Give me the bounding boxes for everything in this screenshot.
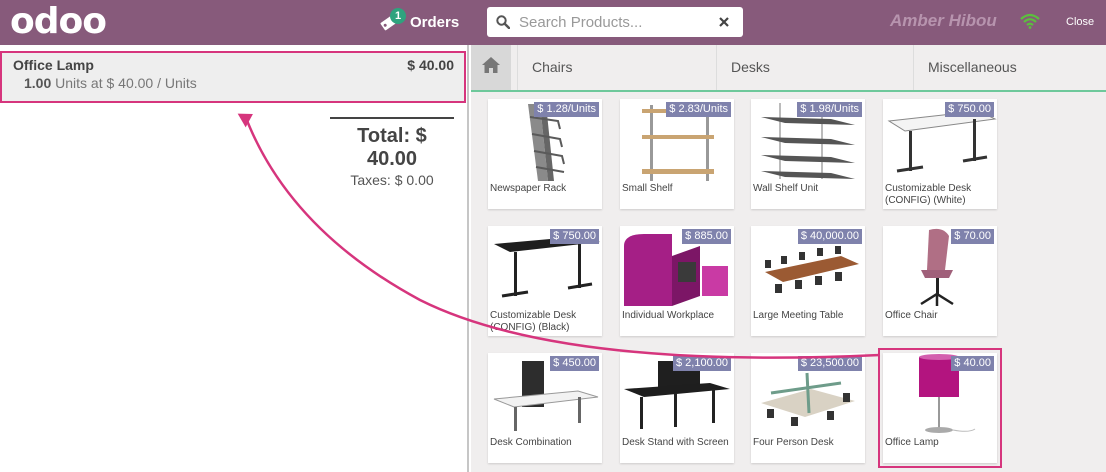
product-name: Desk Combination xyxy=(490,437,572,448)
product-card[interactable]: $ 750.00 Customizable Desk (CONFIG) (Bla… xyxy=(488,226,602,336)
order-summary: Total: $ 40.00 Taxes: $ 0.00 xyxy=(330,117,454,188)
product-card[interactable]: $ 23,500.00 Four Person Desk xyxy=(751,353,865,463)
product-name: Office Chair xyxy=(885,310,938,321)
product-card[interactable]: $ 70.00 Office Chair xyxy=(883,226,997,336)
product-price: $ 23,500.00 xyxy=(797,356,862,371)
product-price: $ 450.00 xyxy=(550,356,599,371)
product-name: Office Lamp xyxy=(885,437,939,448)
cashier-name[interactable]: Amber Hibou xyxy=(890,11,997,31)
category-bar: Chairs Desks Miscellaneous xyxy=(471,45,1106,92)
pos-screen: odoo 1 Orders Amber Hibou xyxy=(0,0,1106,472)
order-line-qty: 1.00 xyxy=(24,75,52,91)
product-card[interactable]: $ 40,000.00 Large Meeting Table xyxy=(751,226,865,336)
order-total: Total: $ 40.00 xyxy=(357,125,427,170)
product-price: $ 1.28/Units xyxy=(534,102,599,117)
search-icon xyxy=(487,7,519,37)
category-desks[interactable]: Desks xyxy=(716,45,913,90)
product-card[interactable]: $ 1.28/Units Newspaper Rack xyxy=(488,99,602,209)
product-price: $ 1.98/Units xyxy=(797,102,862,117)
product-name: Desk Stand with Screen xyxy=(622,437,729,448)
order-panel: Office Lamp $ 40.00 1.00 Units at $ 40.0… xyxy=(0,45,469,472)
search-input[interactable] xyxy=(519,13,709,31)
wifi-icon xyxy=(1020,13,1040,29)
product-card[interactable]: $ 885.00 Individual Workplace xyxy=(620,226,734,336)
product-name: Newspaper Rack xyxy=(490,183,567,194)
product-name: Customizable Desk (CONFIG) (White) xyxy=(885,183,972,206)
product-price: $ 750.00 xyxy=(550,229,599,244)
product-name: Individual Workplace xyxy=(622,310,715,321)
product-price: $ 40.00 xyxy=(951,356,994,371)
close-button[interactable]: Close xyxy=(1066,16,1094,28)
order-line[interactable]: Office Lamp $ 40.00 1.00 Units at $ 40.0… xyxy=(0,51,466,103)
category-miscellaneous[interactable]: Miscellaneous xyxy=(913,45,1106,90)
product-name: Wall Shelf Unit xyxy=(753,183,819,194)
product-card[interactable]: $ 750.00 Customizable Desk (CONFIG) (Whi… xyxy=(883,99,997,209)
odoo-logo: odoo xyxy=(10,1,107,42)
product-price: $ 885.00 xyxy=(682,229,731,244)
orders-button[interactable]: 1 Orders xyxy=(378,8,459,36)
product-card-office-lamp[interactable]: $ 40.00 Office Lamp xyxy=(878,348,1002,468)
category-chairs[interactable]: Chairs xyxy=(517,45,717,90)
product-price: $ 70.00 xyxy=(951,229,994,244)
orders-label: Orders xyxy=(410,13,460,31)
clear-search-icon[interactable] xyxy=(709,7,739,37)
product-card[interactable]: $ 450.00 Desk Combination xyxy=(488,353,602,463)
search-box[interactable] xyxy=(487,7,743,37)
order-line-product: Office Lamp xyxy=(13,57,94,73)
product-name: Four Person Desk xyxy=(753,437,834,448)
product-price: $ 750.00 xyxy=(945,102,994,117)
order-taxes: Taxes: $ 0.00 xyxy=(350,172,434,188)
product-panel: Chairs Desks Miscellaneous $ 1.28/Units … xyxy=(471,45,1106,472)
product-price: $ 2,100.00 xyxy=(673,356,731,371)
home-icon xyxy=(481,56,501,79)
product-price: $ 2.83/Units xyxy=(666,102,731,117)
orders-count-badge: 1 xyxy=(390,8,406,24)
order-line-price: $ 40.00 xyxy=(407,57,454,73)
ticket-icon: 1 xyxy=(378,8,406,32)
product-price: $ 40,000.00 xyxy=(797,229,862,244)
top-bar: odoo 1 Orders Amber Hibou xyxy=(0,0,1106,45)
product-card[interactable]: $ 1.98/Units Wall Shelf Unit xyxy=(751,99,865,209)
home-category-button[interactable] xyxy=(471,45,511,90)
product-card[interactable]: $ 2,100.00 Desk Stand with Screen xyxy=(620,353,734,463)
product-name: Small Shelf xyxy=(622,183,673,194)
order-line-info: 1.00 Units at $ 40.00 / Units xyxy=(24,75,197,91)
product-name: Large Meeting Table xyxy=(753,310,844,321)
product-name: Customizable Desk (CONFIG) (Black) xyxy=(490,310,577,333)
order-line-detail: Units at $ 40.00 / Units xyxy=(55,75,197,91)
product-card[interactable]: $ 2.83/Units Small Shelf xyxy=(620,99,734,209)
